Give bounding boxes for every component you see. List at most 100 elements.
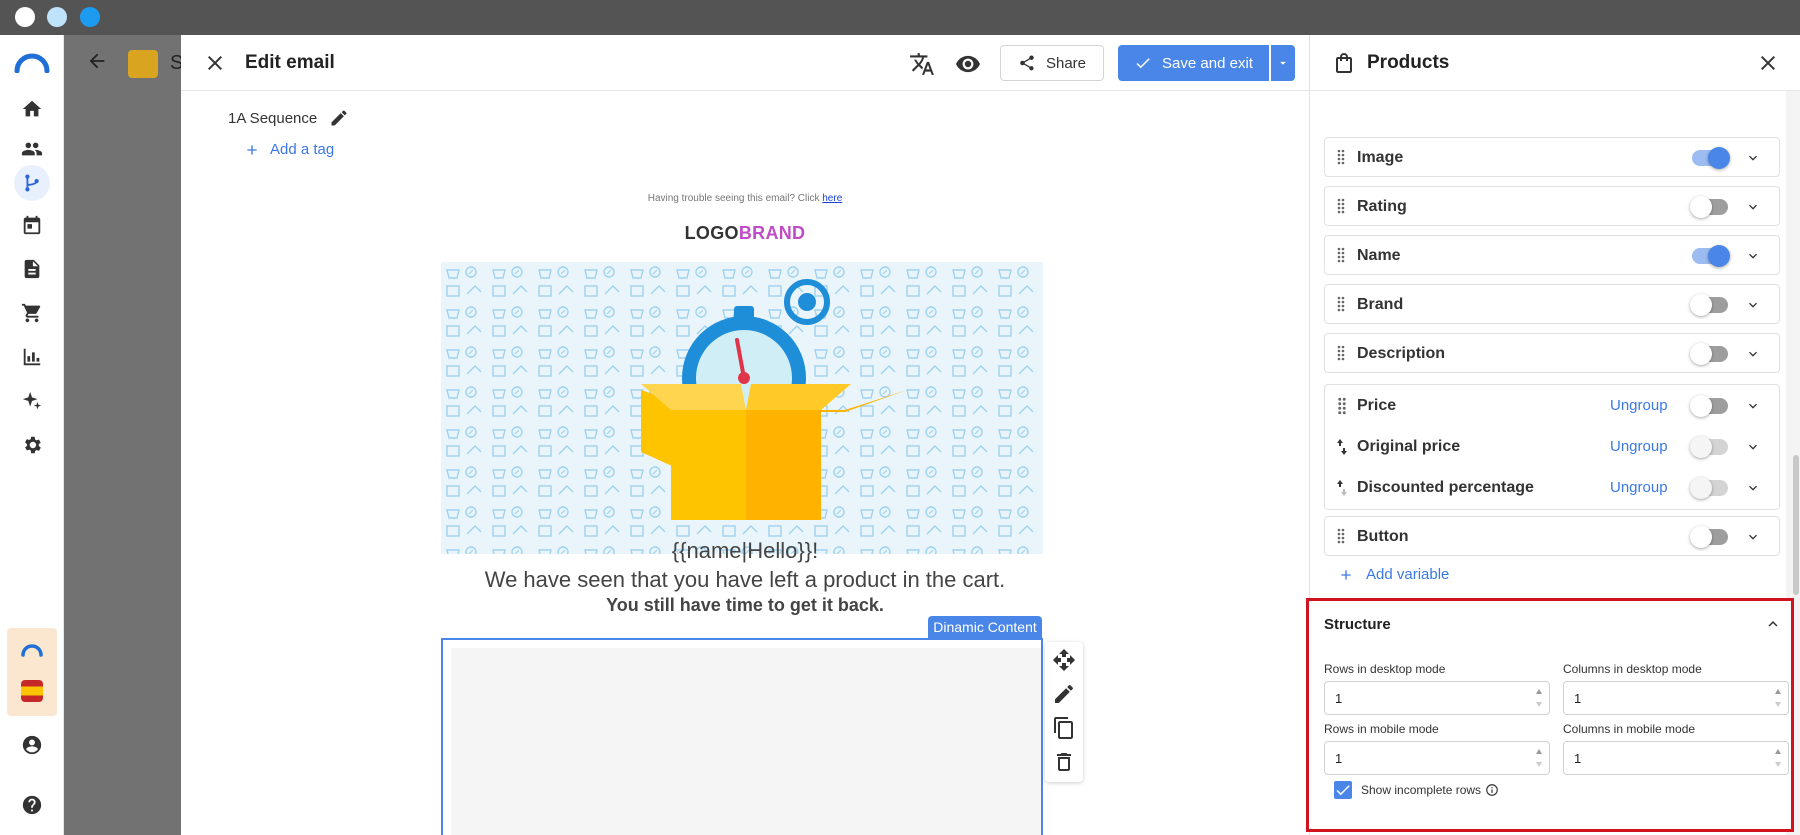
- chevron-down-icon[interactable]: [1745, 297, 1761, 313]
- ungroup-link[interactable]: Ungroup: [1610, 438, 1668, 455]
- chevron-down-icon[interactable]: [1745, 529, 1761, 545]
- delete-trash-icon[interactable]: [1052, 750, 1076, 774]
- chevron-up-icon[interactable]: [1764, 615, 1782, 633]
- products-panel-header: Products: [1310, 35, 1800, 91]
- product-field-row-discounted-percentage[interactable]: Discounted percentage Ungroup: [1325, 467, 1781, 508]
- dynamic-content-block[interactable]: [441, 638, 1043, 835]
- field-toggle[interactable]: [1690, 395, 1728, 417]
- translate-icon[interactable]: [909, 51, 935, 77]
- user-profile-icon[interactable]: [18, 731, 46, 759]
- preview-eye-icon[interactable]: [955, 51, 981, 77]
- product-field-row-rating[interactable]: Rating: [1324, 186, 1780, 226]
- ungroup-link[interactable]: Ungroup: [1610, 479, 1668, 496]
- chevron-down-icon[interactable]: [1745, 150, 1761, 166]
- field-toggle[interactable]: [1690, 477, 1728, 499]
- price-field-group: Price Ungroup Original price Ungroup Dis…: [1324, 384, 1780, 510]
- chevron-down-icon[interactable]: [1745, 346, 1761, 362]
- add-variable-link[interactable]: Add variable: [1338, 566, 1449, 583]
- edit-block-icon[interactable]: [1052, 682, 1076, 706]
- field-label: Name: [1357, 247, 1401, 264]
- drag-handle-icon[interactable]: [1337, 198, 1345, 214]
- home-icon[interactable]: [18, 95, 46, 123]
- field-toggle[interactable]: [1690, 343, 1728, 365]
- app-sidebar: [0, 35, 64, 835]
- columns-mobile-label: Columns in mobile mode: [1563, 722, 1696, 736]
- chevron-down-icon[interactable]: [1745, 480, 1761, 496]
- email-message: We have seen that you have left a produc…: [484, 567, 1006, 592]
- field-toggle[interactable]: [1690, 526, 1728, 548]
- save-options-dropdown[interactable]: [1271, 45, 1295, 81]
- edit-pencil-icon[interactable]: [329, 108, 349, 128]
- product-field-row-description[interactable]: Description: [1324, 333, 1780, 373]
- app-logo-icon[interactable]: [14, 49, 50, 73]
- info-icon[interactable]: [1485, 783, 1499, 797]
- drag-handle-icon[interactable]: [1337, 296, 1345, 312]
- product-field-row-name[interactable]: Name: [1324, 235, 1780, 275]
- field-toggle[interactable]: [1692, 147, 1730, 169]
- dynamic-content-placeholder: [451, 648, 1041, 835]
- close-panel-icon[interactable]: [1756, 51, 1780, 75]
- ai-sparkles-icon[interactable]: [18, 387, 46, 415]
- stepper-arrows-icon[interactable]: [1535, 686, 1543, 710]
- product-field-row-brand[interactable]: Brand: [1324, 284, 1780, 324]
- drag-handle-icon[interactable]: [1337, 149, 1345, 165]
- columns-mobile-input[interactable]: 1: [1563, 741, 1789, 775]
- share-button[interactable]: Share: [1000, 45, 1104, 81]
- field-label: Discounted percentage: [1357, 479, 1534, 496]
- field-toggle[interactable]: [1690, 196, 1728, 218]
- duplicate-icon[interactable]: [1052, 716, 1076, 740]
- drag-handle-icon[interactable]: [1337, 345, 1345, 361]
- add-tag-link[interactable]: Add a tag: [244, 141, 334, 158]
- product-field-row-image[interactable]: Image: [1324, 137, 1780, 177]
- analytics-icon[interactable]: [18, 343, 46, 371]
- contacts-icon[interactable]: [18, 135, 46, 163]
- panel-scrollbar[interactable]: [1793, 455, 1799, 595]
- field-toggle[interactable]: [1690, 436, 1728, 458]
- columns-desktop-label: Columns in desktop mode: [1563, 662, 1702, 676]
- product-field-row-original-price[interactable]: Original price Ungroup: [1325, 426, 1781, 467]
- hero-image[interactable]: [441, 262, 1043, 554]
- columns-desktop-input[interactable]: 1: [1563, 681, 1789, 715]
- field-toggle[interactable]: [1692, 245, 1730, 267]
- save-and-exit-button[interactable]: Save and exit: [1118, 45, 1269, 81]
- drag-handle-icon[interactable]: [1337, 397, 1347, 415]
- close-editor-icon[interactable]: [203, 51, 227, 75]
- window-titlebar: [0, 0, 1800, 35]
- chevron-down-icon[interactable]: [1745, 199, 1761, 215]
- email-greeting: {{name|Hello}}!: [671, 538, 819, 563]
- rows-mobile-input[interactable]: 1: [1324, 741, 1550, 775]
- field-label: Rating: [1357, 198, 1407, 215]
- drag-handle-icon[interactable]: [1337, 247, 1345, 263]
- drag-handle-icon[interactable]: [1337, 528, 1345, 544]
- ungroup-link[interactable]: Ungroup: [1610, 397, 1668, 414]
- show-incomplete-rows-checkbox[interactable]: [1334, 781, 1352, 799]
- window-minimize-dot[interactable]: [47, 7, 67, 27]
- stepper-arrows-icon[interactable]: [1774, 686, 1782, 710]
- stepper-arrows-icon[interactable]: [1535, 746, 1543, 770]
- window-close-dot[interactable]: [15, 7, 35, 27]
- stepper-arrows-icon[interactable]: [1774, 746, 1782, 770]
- rows-desktop-input[interactable]: 1: [1324, 681, 1550, 715]
- products-panel-title: Products: [1367, 52, 1450, 73]
- email-editor-panel: Edit email Share Save and exit 1A Sequen…: [181, 35, 1309, 835]
- chevron-down-icon[interactable]: [1745, 248, 1761, 264]
- product-field-row-button[interactable]: Button: [1324, 516, 1780, 556]
- cart-icon[interactable]: [18, 299, 46, 327]
- view-in-browser-link[interactable]: here: [822, 193, 842, 204]
- settings-gear-icon[interactable]: [18, 431, 46, 459]
- automation-flow-icon[interactable]: [14, 165, 50, 201]
- chevron-down-icon[interactable]: [1745, 398, 1761, 414]
- help-icon[interactable]: [18, 791, 46, 819]
- document-icon[interactable]: [18, 255, 46, 283]
- account-country-card[interactable]: [7, 628, 57, 716]
- reorder-arrows-icon[interactable]: [1337, 438, 1347, 456]
- chevron-down-icon[interactable]: [1745, 439, 1761, 455]
- field-toggle[interactable]: [1690, 294, 1728, 316]
- reorder-arrows-icon[interactable]: [1337, 479, 1347, 497]
- window-maximize-dot[interactable]: [80, 7, 100, 27]
- field-label: Description: [1357, 345, 1446, 362]
- calendar-icon[interactable]: [18, 211, 46, 239]
- move-icon[interactable]: [1052, 648, 1076, 672]
- email-campaign-icon: [128, 50, 158, 78]
- product-field-row-price[interactable]: Price Ungroup: [1325, 385, 1781, 426]
